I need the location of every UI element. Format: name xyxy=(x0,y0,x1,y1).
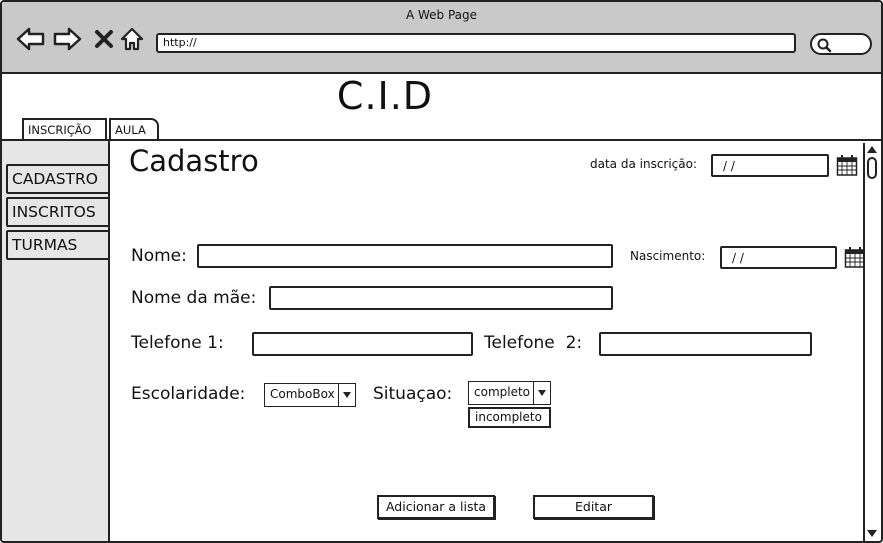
registration-date-label: data da inscrição: xyxy=(590,157,698,171)
registration-date-input[interactable]: / / xyxy=(711,154,829,177)
status-select[interactable]: completo xyxy=(468,381,551,405)
schooling-select-value: ComboBox xyxy=(270,387,335,401)
browser-search-field[interactable] xyxy=(810,33,872,55)
vertical-scrollbar[interactable] xyxy=(863,143,879,541)
url-input[interactable]: http:// xyxy=(156,33,796,53)
status-option-incompleto[interactable]: incompleto xyxy=(468,407,551,428)
edit-button[interactable]: Editar xyxy=(533,495,654,519)
scrollbar-thumb[interactable] xyxy=(867,157,877,179)
birth-date-input[interactable]: / / xyxy=(720,246,837,269)
scroll-up-arrow-icon[interactable] xyxy=(866,144,878,154)
browser-toolbar: A Web Page http:// xyxy=(2,2,881,74)
sidebar-item-inscritos[interactable]: INSCRITOS xyxy=(6,197,110,227)
name-label: Nome: xyxy=(131,246,187,266)
forward-arrow-icon[interactable] xyxy=(52,24,82,54)
name-input[interactable] xyxy=(197,244,613,268)
sidebar-item-turmas[interactable]: TURMAS xyxy=(6,230,110,260)
scroll-down-arrow-icon[interactable] xyxy=(866,529,878,539)
sidebar-item-cadastro[interactable]: CADASTRO xyxy=(6,164,110,194)
dropdown-arrow-icon[interactable] xyxy=(338,384,355,406)
phone2-input[interactable] xyxy=(599,332,812,356)
schooling-select[interactable]: ComboBox xyxy=(264,383,356,407)
status-label: Situaçao: xyxy=(373,384,453,404)
phone1-input[interactable] xyxy=(252,332,473,356)
mother-name-label: Nome da mãe: xyxy=(131,288,257,308)
back-arrow-icon[interactable] xyxy=(16,24,46,54)
window-title: A Web Page xyxy=(405,8,478,22)
phone1-label: Telefone 1: xyxy=(131,333,224,353)
dropdown-arrow-icon[interactable] xyxy=(533,382,550,404)
search-icon xyxy=(817,38,832,53)
sidebar: CADASTRO INSCRITOS TURMAS xyxy=(2,141,110,541)
tab-aula[interactable]: AULA xyxy=(109,118,159,141)
add-to-list-button[interactable]: Adicionar a lista xyxy=(377,495,495,519)
birth-label: Nascimento: xyxy=(630,249,706,263)
page-heading: Cadastro xyxy=(129,144,259,178)
tab-inscricao[interactable]: INSCRIÇÃO xyxy=(22,118,107,141)
browser-window: A Web Page http:// C.I.D INSCRIÇÃO AULA … xyxy=(0,0,883,543)
status-select-value: completo xyxy=(474,385,531,399)
app-title: C.I.D xyxy=(336,74,434,118)
phone2-label: Telefone 2: xyxy=(484,333,583,353)
calendar-icon[interactable] xyxy=(836,154,858,176)
stop-x-icon[interactable] xyxy=(89,24,119,54)
home-icon[interactable] xyxy=(117,24,147,54)
mother-name-input[interactable] xyxy=(269,286,613,310)
schooling-label: Escolaridade: xyxy=(131,384,246,404)
